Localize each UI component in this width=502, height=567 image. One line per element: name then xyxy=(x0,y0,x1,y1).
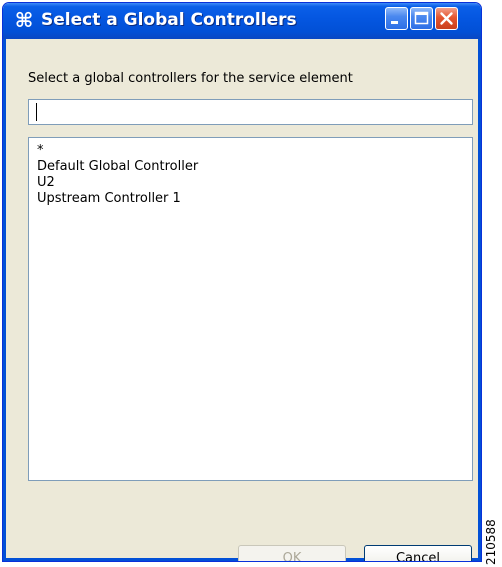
figure-id: 210588 xyxy=(484,519,498,565)
prompt-label: Select a global controllers for the serv… xyxy=(28,71,353,86)
ok-button[interactable]: OK xyxy=(238,545,346,561)
close-button[interactable] xyxy=(435,7,458,30)
filter-input[interactable] xyxy=(28,99,473,125)
window-title: Select a Global Controllers xyxy=(41,10,297,30)
cancel-button[interactable]: Cancel xyxy=(364,545,472,561)
command-key-icon: ⌘ xyxy=(14,8,34,32)
dialog-body: Select a global controllers for the serv… xyxy=(3,39,481,561)
dialog-window: ⌘ Select a Global Controllers Select a g… xyxy=(2,2,482,562)
list-item[interactable]: Default Global Controller xyxy=(37,159,472,175)
minimize-button[interactable] xyxy=(385,7,408,30)
list-item[interactable]: * xyxy=(37,143,472,159)
title-bar[interactable]: ⌘ Select a Global Controllers xyxy=(3,3,481,39)
list-item[interactable]: Upstream Controller 1 xyxy=(37,191,472,207)
minimize-icon xyxy=(391,21,398,24)
text-cursor xyxy=(36,103,37,121)
close-icon xyxy=(440,12,453,25)
maximize-icon xyxy=(414,11,429,25)
list-item[interactable]: U2 xyxy=(37,175,472,191)
maximize-button[interactable] xyxy=(410,7,433,30)
controller-list[interactable]: * Default Global Controller U2 Upstream … xyxy=(28,137,473,481)
